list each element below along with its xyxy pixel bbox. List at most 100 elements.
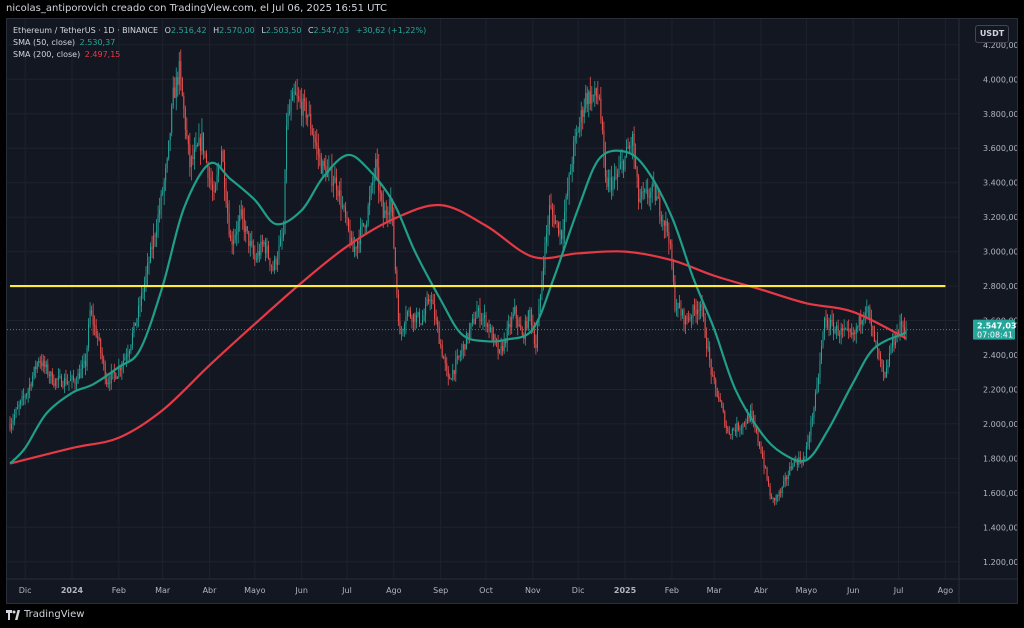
candle-body — [627, 147, 629, 149]
candle-body — [459, 355, 461, 357]
candle-body — [576, 132, 578, 137]
candle-body — [177, 77, 179, 85]
candle-body — [298, 96, 300, 99]
candle-body — [827, 319, 829, 327]
candle-body — [202, 132, 204, 153]
candle-body — [529, 309, 531, 311]
candle-body — [77, 373, 79, 384]
candle-body — [428, 298, 430, 302]
candle-body — [406, 311, 408, 317]
candle-body — [887, 365, 889, 369]
chart-panel[interactable]: 4.200,00 4.000,00 3.800,00 3.600,00 3.400,00… — [6, 18, 1018, 604]
candle-body — [610, 177, 612, 191]
candle-body — [657, 196, 659, 199]
candle-body — [35, 366, 37, 370]
candle-body — [555, 221, 557, 224]
candle-body — [251, 240, 253, 245]
candle-body — [899, 321, 901, 333]
candle-body — [249, 240, 251, 246]
candle-body — [487, 323, 489, 327]
x-tick-label: 2024 — [61, 586, 84, 595]
candle-body — [295, 91, 297, 95]
candle-body — [650, 191, 652, 198]
candle-body — [364, 225, 366, 228]
candle-body — [681, 310, 683, 316]
candle-body — [857, 326, 859, 328]
candle-body — [208, 177, 210, 179]
candle-body — [814, 392, 816, 408]
candle-body — [600, 98, 602, 120]
price-chart[interactable]: 4.200,004.000,003.800,003.600,003.400,00… — [7, 19, 1017, 603]
candle-body — [586, 92, 588, 105]
candle-body — [255, 259, 257, 260]
candle-body — [450, 379, 452, 380]
sma50-label: SMA (50, close) — [13, 38, 76, 47]
candle-body — [320, 157, 322, 174]
candle-body — [384, 210, 386, 219]
candle-body — [394, 248, 396, 271]
candle-body — [594, 88, 596, 96]
y-tick-label: 1.800,00 — [983, 454, 1017, 463]
candle-body — [644, 189, 646, 193]
candle-body — [51, 371, 53, 384]
candle-body — [648, 197, 650, 199]
candle-body — [27, 390, 29, 395]
candle-body — [706, 337, 708, 349]
candle-body — [595, 88, 597, 97]
x-tick-label: Feb — [665, 586, 679, 595]
candle-body — [716, 387, 718, 397]
candle-body — [57, 376, 59, 380]
candle-body — [678, 302, 680, 309]
candle-body — [805, 446, 807, 458]
candle-body — [672, 267, 674, 282]
candle-body — [521, 330, 523, 335]
candle-body — [355, 247, 357, 249]
symbol-label[interactable]: Ethereum / TetherUS · 1D · BINANCE — [13, 26, 158, 35]
candle-body — [125, 356, 127, 358]
candle-body — [258, 251, 260, 256]
candle-body — [159, 209, 161, 215]
candle-body — [725, 425, 727, 428]
candle-body — [98, 337, 100, 340]
candle-body — [733, 429, 735, 430]
candle-body — [341, 205, 343, 208]
candle-body — [94, 324, 96, 326]
legend-sma200-row[interactable]: SMA (200, close) 2.497,15 — [13, 49, 426, 61]
candle-body — [59, 376, 61, 377]
candle-body — [473, 318, 475, 324]
candle-body — [166, 158, 168, 169]
candle-body — [18, 404, 20, 408]
legend-sma50-row[interactable]: SMA (50, close) 2.530,37 — [13, 37, 426, 49]
candle-body — [115, 373, 117, 379]
x-tick-label: Jul — [341, 586, 352, 595]
tradingview-logo-icon — [6, 610, 20, 620]
x-tick-label: Dic — [19, 586, 32, 595]
candle-body — [30, 384, 32, 386]
candle-body — [15, 409, 17, 415]
x-tick-label: Abr — [203, 586, 218, 595]
currency-button[interactable]: USDT — [975, 25, 1009, 43]
candle-body — [278, 245, 280, 259]
candle-body — [172, 87, 174, 106]
candle-body — [571, 163, 573, 172]
y-tick-label: 2.400,00 — [983, 351, 1017, 360]
candle-body — [828, 326, 830, 329]
candle-body — [302, 98, 304, 116]
candle-body — [441, 344, 443, 357]
candle-body — [337, 189, 339, 197]
candle-body — [542, 267, 544, 280]
candle-body — [130, 344, 132, 352]
candle-body — [367, 205, 369, 224]
candle-body — [267, 245, 269, 259]
candle-body — [301, 101, 303, 116]
candle-body — [623, 161, 625, 170]
candle-body — [743, 423, 745, 425]
candle-body — [680, 308, 682, 316]
candle-body — [369, 196, 371, 206]
candle-body — [411, 316, 413, 322]
candle-body — [831, 319, 833, 323]
x-tick-label: Ago — [386, 586, 402, 595]
candle-body — [568, 174, 570, 192]
candle-body — [420, 323, 422, 325]
candle-body — [632, 133, 634, 146]
